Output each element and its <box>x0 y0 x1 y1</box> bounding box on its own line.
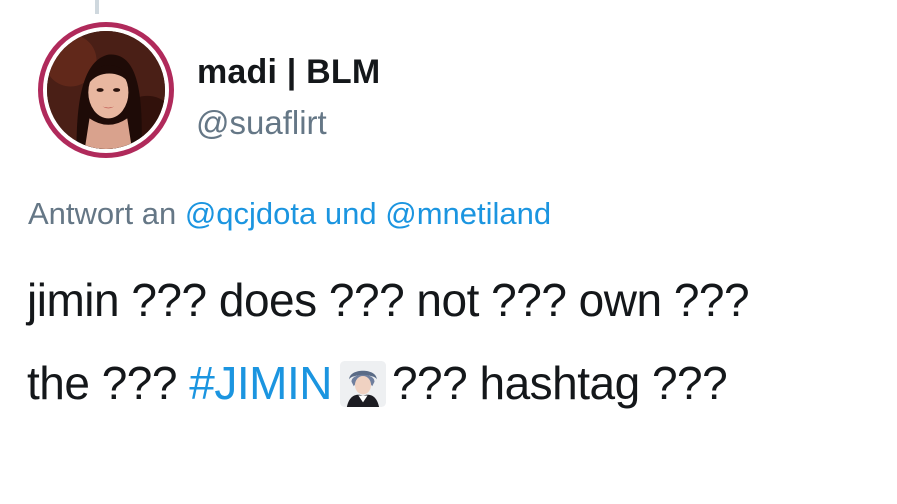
mention-link-2[interactable]: @mnetiland <box>385 196 551 231</box>
profile-photo-icon <box>47 31 165 149</box>
display-name[interactable]: madi | BLM <box>197 53 380 92</box>
reply-context: Antwort an @qcjdota und @mnetiland <box>28 196 551 232</box>
user-handle[interactable]: @suaflirt <box>196 104 327 142</box>
hashtag-link[interactable]: #JIMIN <box>189 357 332 409</box>
avatar[interactable] <box>38 22 174 158</box>
tweet-text-line-1: jimin ??? does ??? not ??? own ??? <box>27 274 750 326</box>
reply-prefix: Antwort an <box>28 196 177 231</box>
jimin-hashflag-icon <box>339 361 386 407</box>
avatar-photo <box>47 31 165 149</box>
tweet-text-line-2: the ??? #JIMIN ??? hashtag ??? <box>27 356 728 410</box>
tweet-text-segment: ??? hashtag ??? <box>391 357 728 409</box>
mention-link-1[interactable]: @qcjdota <box>185 196 316 231</box>
tweet-text-segment: the ??? <box>27 357 177 409</box>
reply-conjunction: und <box>324 196 377 231</box>
thread-connector-line <box>95 0 99 14</box>
